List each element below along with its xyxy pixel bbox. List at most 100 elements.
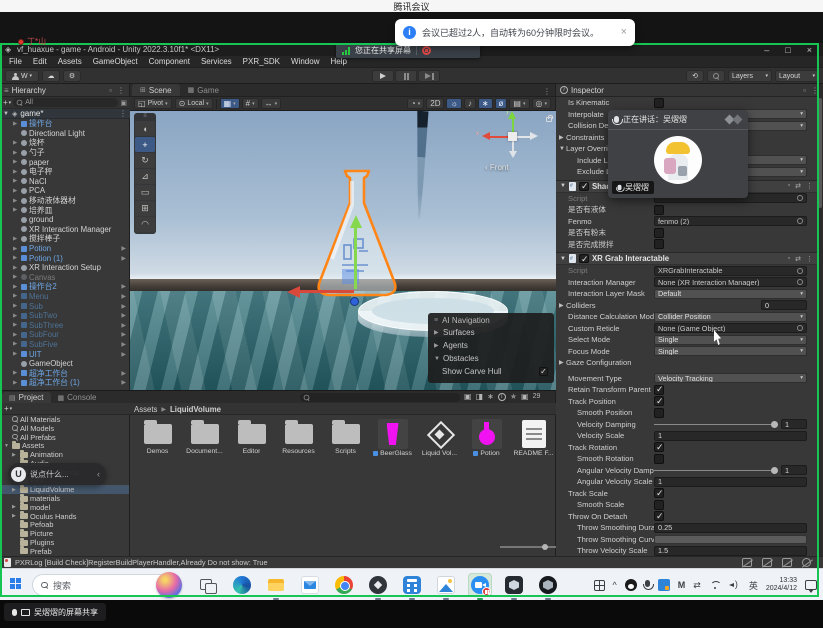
project-tree-item[interactable]: All Prefabs <box>0 433 129 442</box>
menu-help[interactable]: Help <box>325 57 351 66</box>
prefab-chevron-icon[interactable]: ▶ <box>121 379 130 386</box>
panel-menu-icon[interactable]: ⋮ <box>117 86 125 95</box>
value-field[interactable]: 1 <box>654 477 807 487</box>
custom-tool[interactable]: ◠ <box>135 217 155 232</box>
ai-nav-option[interactable]: Show Carve Hull✓ <box>428 365 554 378</box>
expand-arrow-icon[interactable]: ▶ <box>13 198 19 204</box>
taskbar-edge[interactable] <box>230 573 254 597</box>
property-distance-calculation-mode[interactable]: Distance Calculation ModeCollider Positi… <box>556 311 817 323</box>
object-picker-icon[interactable] <box>797 195 803 201</box>
taskbar-photos[interactable] <box>434 573 458 597</box>
hierarchy-item[interactable]: ▶操作台 <box>0 119 130 129</box>
property-movement-type[interactable]: Movement TypeVelocity Tracking▾ <box>556 373 817 385</box>
presets-icon[interactable]: ⇄ <box>795 182 801 190</box>
move-tool[interactable]: + <box>135 137 155 152</box>
expand-arrow-icon[interactable]: ▶ <box>13 121 19 127</box>
view-orientation-label[interactable]: ‹ Front <box>485 163 509 172</box>
tab-scene[interactable]: ⊞Scene <box>132 84 180 96</box>
expand-arrow-icon[interactable]: ▶ <box>13 370 19 376</box>
inspector-header[interactable]: i Inspector ▫⋮ <box>556 84 823 97</box>
ai-nav-group-surfaces[interactable]: ▶Surfaces <box>428 326 554 339</box>
tab-game[interactable]: ▦Game <box>180 84 227 96</box>
checkbox[interactable] <box>654 98 664 108</box>
tray-wifi[interactable] <box>709 581 721 590</box>
recording-clock-icon[interactable] <box>802 558 811 567</box>
hierarchy-item[interactable]: ▶SubFour▶ <box>0 330 130 340</box>
prefab-chevron-icon[interactable]: ▶ <box>121 312 130 319</box>
project-tree-item[interactable]: ▼Assets <box>0 441 129 450</box>
tray-m-app[interactable]: M <box>678 580 686 590</box>
asset-readme-f[interactable]: README F... <box>510 417 557 457</box>
curve-field[interactable] <box>654 535 807 544</box>
slider[interactable]: 1 <box>654 465 807 475</box>
hierarchy-item[interactable]: ▶操作台2▶ <box>0 282 130 292</box>
scrollbar-thumb[interactable] <box>818 98 822 208</box>
property-fenmo[interactable]: Fenmofenmo (2) <box>556 216 817 228</box>
info-icon[interactable]: i <box>498 393 506 401</box>
project-search-input[interactable] <box>300 393 460 402</box>
step-button[interactable] <box>418 70 440 82</box>
view-tool[interactable]: ◖ <box>135 121 155 136</box>
taskbar-chrome[interactable] <box>332 573 356 597</box>
screen-share-source-pill[interactable]: 吴熠熠的屏幕共享 <box>4 603 106 621</box>
play-button[interactable] <box>372 70 394 82</box>
project-tree-item[interactable]: Pefoab <box>0 521 129 530</box>
asset-editor[interactable]: Editor <box>228 417 275 455</box>
dropdown[interactable]: Velocity Tracking▾ <box>654 373 807 383</box>
gizmo-x-axis[interactable] <box>300 290 354 293</box>
restore-button[interactable]: □ <box>785 45 790 55</box>
asset-labels-icon[interactable]: ◨ <box>476 392 484 401</box>
foldout-arrow-icon[interactable]: ▼ <box>559 146 566 152</box>
asset-resources[interactable]: Resources <box>275 417 322 455</box>
expand-arrow-icon[interactable]: ▶ <box>13 284 19 290</box>
lighting-toggle[interactable]: ☼ <box>446 98 461 109</box>
widgets-weather-icon[interactable] <box>156 572 182 598</box>
taskbar-calculator[interactable] <box>400 573 424 597</box>
hierarchy-item[interactable]: ▶UIT▶ <box>0 349 130 359</box>
breadcrumb-folder[interactable]: LiquidVolume <box>170 405 221 414</box>
create-menu-button[interactable]: +▾ <box>3 98 11 107</box>
expand-arrow-icon[interactable]: ▶ <box>13 322 19 328</box>
rect-tool[interactable]: ▭ <box>135 185 155 200</box>
hierarchy-item[interactable]: ▶勺子 <box>0 148 130 158</box>
checkbox[interactable] <box>654 408 664 418</box>
property-throw-smoothing-curve[interactable]: Throw Smoothing Curve <box>556 534 817 546</box>
collapse-chevron-icon[interactable]: ‹ <box>97 469 100 479</box>
component-menu-icon[interactable]: ⋮ <box>806 255 813 263</box>
pivot-mode-dropdown[interactable]: ◱Pivot▾ <box>134 98 172 109</box>
hierarchy-item[interactable]: ▶NaCl <box>0 177 130 187</box>
foldout-arrow-icon[interactable]: ▶ <box>434 342 440 349</box>
help-icon[interactable]: ▫ <box>788 255 790 263</box>
pipette-object[interactable] <box>411 111 431 221</box>
hierarchy-item[interactable]: ▶移动液体器材 <box>0 196 130 206</box>
foldout-arrow-icon[interactable]: ▶ <box>12 504 18 510</box>
checkbox[interactable] <box>654 385 664 395</box>
object-field[interactable]: None (Game Object) <box>654 323 807 333</box>
property-throw-velocity-scale[interactable]: Throw Velocity Scale1.5 <box>556 545 817 556</box>
taskbar-unity-hub[interactable] <box>502 573 526 597</box>
foldout-arrow-icon[interactable]: ▶ <box>559 134 566 141</box>
expand-arrow-icon[interactable]: ▶ <box>13 313 19 319</box>
layout-dropdown[interactable]: Layout▾ <box>775 70 819 82</box>
hierarchy-item[interactable]: ▶搅拌棒子 <box>0 234 130 244</box>
2d-toggle[interactable]: 2D <box>426 98 444 109</box>
search-button[interactable] <box>707 70 725 82</box>
tray-mic[interactable] <box>645 583 650 587</box>
foldout-arrow-icon[interactable]: ▶ <box>434 329 440 336</box>
prefab-chevron-icon[interactable]: ▶ <box>121 331 130 338</box>
hierarchy-item[interactable]: ▶超净工作台 (1)▶ <box>0 378 130 388</box>
expand-arrow-icon[interactable]: ▶ <box>13 246 19 252</box>
tray-notifications[interactable] <box>805 580 817 590</box>
slider-knob[interactable] <box>771 467 778 474</box>
lock-icon[interactable] <box>546 117 552 122</box>
prefab-chevron-icon[interactable]: ▶ <box>121 293 130 300</box>
component-menu-icon[interactable]: ⋮ <box>806 182 813 190</box>
tray-volume[interactable] <box>729 580 741 590</box>
menu-pxr-sdk[interactable]: PXR_SDK <box>238 57 285 66</box>
property-angular-velocity-scale[interactable]: Angular Velocity Scale1 <box>556 476 817 488</box>
gizmo-center-handle[interactable] <box>350 297 359 306</box>
render-mode[interactable]: ◔▾ <box>407 98 424 109</box>
presets-icon[interactable]: ⇄ <box>795 255 801 263</box>
help-icon[interactable]: ▫ <box>788 182 790 190</box>
expand-arrow-icon[interactable]: ▶ <box>13 140 19 146</box>
